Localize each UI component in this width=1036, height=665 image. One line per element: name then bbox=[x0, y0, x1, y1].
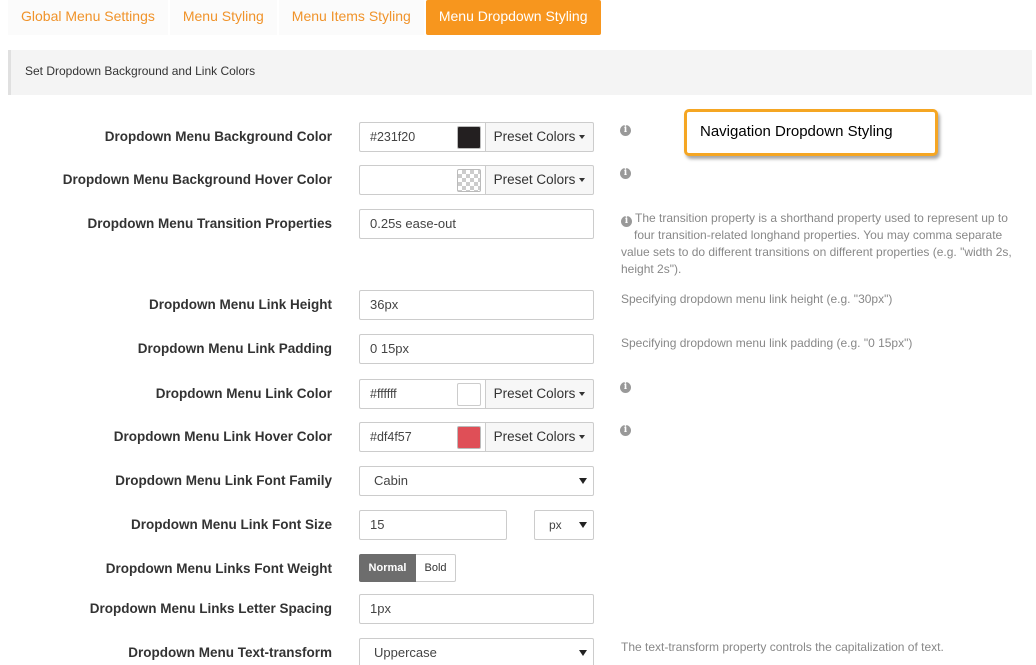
field-label: Dropdown Menu Link Font Family bbox=[115, 473, 332, 488]
transition-input[interactable]: 0.25s ease-out bbox=[359, 209, 594, 239]
select-value: px bbox=[549, 518, 562, 532]
color-value: #ffffff bbox=[370, 387, 397, 401]
field-label: Dropdown Menu Text-transform bbox=[128, 645, 332, 660]
font-weight-bold-button[interactable]: Bold bbox=[416, 554, 456, 582]
preset-label: Preset Colors bbox=[493, 129, 576, 144]
dropdown-arrow-icon bbox=[579, 478, 587, 484]
color-swatch[interactable] bbox=[457, 126, 481, 149]
link-padding-input[interactable]: 0 15px bbox=[359, 334, 594, 364]
bg-hover-color-picker: Preset Colors bbox=[359, 165, 594, 195]
font-size-input[interactable]: 15 bbox=[359, 510, 507, 540]
link-height-input[interactable]: 36px bbox=[359, 290, 594, 320]
field-label: Dropdown Menu Link Height bbox=[149, 297, 332, 312]
caret-down-icon bbox=[579, 135, 586, 140]
tab-global-menu-settings[interactable]: Global Menu Settings bbox=[8, 0, 168, 35]
color-value: #231f20 bbox=[370, 130, 416, 144]
help-line: value sets to do different transitions o… bbox=[621, 245, 1012, 259]
preset-colors-button[interactable]: Preset Colors bbox=[485, 422, 594, 452]
font-family-select[interactable]: Cabin bbox=[359, 466, 594, 496]
info-icon[interactable]: i bbox=[620, 125, 631, 136]
font-size-unit-select[interactable]: px bbox=[534, 510, 594, 540]
help-line: height 2s"). bbox=[621, 262, 682, 276]
select-value: Uppercase bbox=[374, 645, 437, 660]
dropdown-arrow-icon bbox=[579, 522, 587, 528]
text-transform-select[interactable]: Uppercase bbox=[359, 638, 594, 665]
preset-label: Preset Colors bbox=[493, 172, 576, 187]
field-label: Dropdown Menu Links Font Weight bbox=[105, 561, 332, 576]
preset-colors-button[interactable]: Preset Colors bbox=[485, 122, 594, 152]
tab-menu-items-styling[interactable]: Menu Items Styling bbox=[278, 0, 424, 35]
field-label: Dropdown Menu Links Letter Spacing bbox=[89, 601, 332, 616]
info-icon[interactable]: i bbox=[620, 168, 631, 179]
caret-down-icon bbox=[579, 178, 586, 183]
field-label: Dropdown Menu Background Hover Color bbox=[62, 172, 332, 187]
callout-box: Navigation Dropdown Styling bbox=[684, 109, 938, 156]
color-swatch[interactable] bbox=[457, 169, 481, 192]
help-line: The transition property is a shorthand p… bbox=[635, 211, 1008, 225]
field-label: Dropdown Menu Link Padding bbox=[137, 341, 332, 356]
preset-colors-button[interactable]: Preset Colors bbox=[485, 165, 594, 195]
field-label: Dropdown Menu Transition Properties bbox=[87, 216, 332, 231]
field-label: Dropdown Menu Link Color bbox=[155, 386, 332, 401]
link-color-picker: #ffffff Preset Colors bbox=[359, 379, 594, 409]
link-hover-color-input[interactable]: #df4f57 bbox=[359, 422, 485, 452]
select-value: Cabin bbox=[374, 473, 408, 488]
tab-menu-styling[interactable]: Menu Styling bbox=[169, 0, 277, 35]
color-swatch[interactable] bbox=[457, 383, 481, 406]
bg-color-picker: #231f20 Preset Colors bbox=[359, 122, 594, 152]
field-label: Dropdown Menu Link Font Size bbox=[131, 517, 332, 532]
help-line: four transition-related longhand propert… bbox=[634, 228, 1003, 242]
field-label: Dropdown Menu Link Hover Color bbox=[113, 429, 332, 444]
bg-color-input[interactable]: #231f20 bbox=[359, 122, 485, 152]
letter-spacing-input[interactable]: 1px bbox=[359, 594, 594, 624]
link-height-help: Specifying dropdown menu link height (e.… bbox=[621, 292, 893, 306]
preset-label: Preset Colors bbox=[493, 429, 576, 444]
font-weight-normal-button[interactable]: Normal bbox=[359, 554, 416, 582]
dropdown-arrow-icon bbox=[579, 650, 587, 656]
info-icon[interactable]: i bbox=[620, 425, 631, 436]
preset-colors-button[interactable]: Preset Colors bbox=[485, 379, 594, 409]
info-icon[interactable]: i bbox=[620, 382, 631, 393]
preset-label: Preset Colors bbox=[493, 386, 576, 401]
bg-hover-color-input[interactable] bbox=[359, 165, 485, 195]
color-swatch[interactable] bbox=[457, 426, 481, 449]
info-icon[interactable]: i bbox=[621, 216, 632, 227]
link-color-input[interactable]: #ffffff bbox=[359, 379, 485, 409]
text-transform-help: The text-transform property controls the… bbox=[621, 640, 944, 654]
caret-down-icon bbox=[579, 435, 586, 440]
color-value: #df4f57 bbox=[370, 430, 412, 444]
tab-menu-dropdown-styling[interactable]: Menu Dropdown Styling bbox=[425, 0, 601, 35]
link-padding-help: Specifying dropdown menu link padding (e… bbox=[621, 336, 913, 350]
font-weight-toggle: Normal Bold bbox=[359, 554, 456, 582]
section-header: Set Dropdown Background and Link Colors bbox=[8, 50, 1032, 95]
tab-bar: Global Menu Settings Menu Styling Menu I… bbox=[8, 0, 603, 35]
caret-down-icon bbox=[579, 392, 586, 397]
link-hover-color-picker: #df4f57 Preset Colors bbox=[359, 422, 594, 452]
field-label: Dropdown Menu Background Color bbox=[104, 129, 332, 144]
transition-help: i The transition property is a shorthand … bbox=[621, 210, 1012, 278]
